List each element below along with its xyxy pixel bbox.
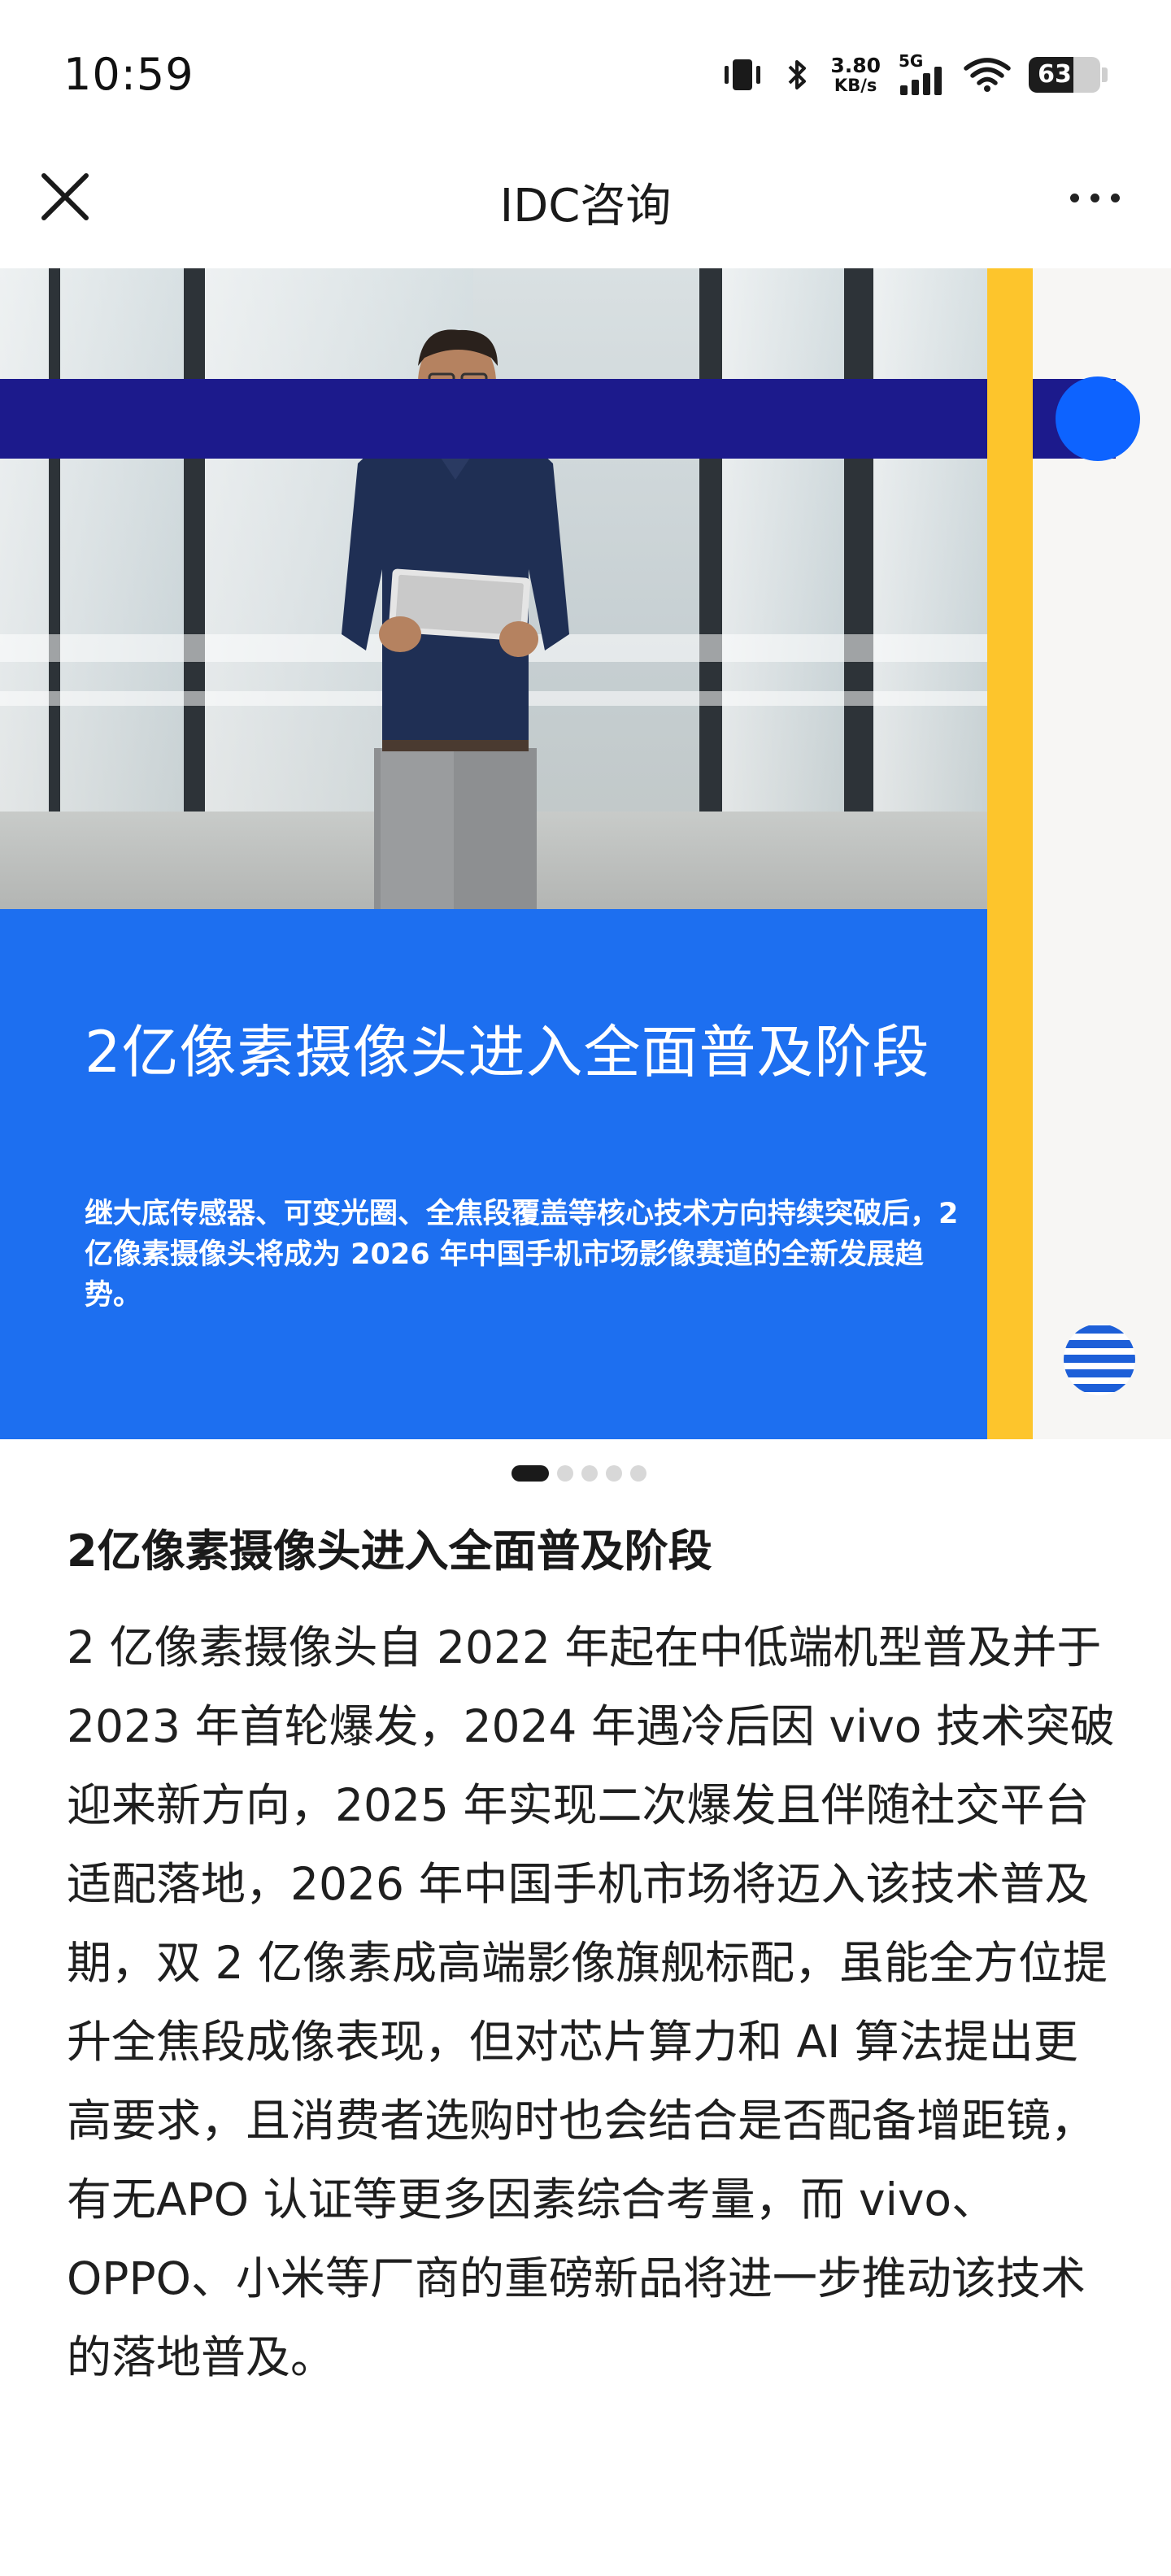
more-button[interactable] bbox=[1060, 169, 1129, 226]
article-title: 2亿像素摄像头进入全面普及阶段 bbox=[67, 1525, 712, 1577]
banner-photo bbox=[0, 268, 987, 909]
idc-logo-icon bbox=[1064, 1324, 1135, 1395]
banner-carousel[interactable]: 2亿像素摄像头进入全面普及阶段 继大底传感器、可变光圈、全焦段覆盖等核心技术方向… bbox=[0, 268, 1171, 1439]
battery-level: 63 bbox=[1038, 60, 1072, 89]
more-icon-dot bbox=[1110, 193, 1120, 202]
status-bar: 10:59 3.80 KB/s 5G 63 bbox=[0, 0, 1171, 138]
battery-cap bbox=[1102, 67, 1108, 82]
vibrate-icon bbox=[725, 59, 761, 90]
wifi-icon bbox=[964, 58, 1011, 92]
more-icon-dot bbox=[1069, 193, 1079, 202]
banner-navy-band bbox=[0, 379, 1116, 459]
banner-description: 继大底传感器、可变光圈、全焦段覆盖等核心技术方向持续突破后，2 亿像素摄像头将成… bbox=[85, 1198, 959, 1312]
carousel-indicator bbox=[0, 1465, 1171, 1482]
title-bar: IDC咨询 bbox=[0, 138, 1171, 268]
network-speed-value: 3.80 bbox=[830, 54, 881, 77]
carousel-dot[interactable] bbox=[606, 1465, 622, 1482]
carousel-dot[interactable] bbox=[581, 1465, 598, 1482]
battery-icon: 63 bbox=[1029, 57, 1100, 93]
network-speed: 3.80 KB/s bbox=[830, 55, 881, 94]
article-body: 2 亿像素摄像头自 2022 年起在中低端机型普及并于 2023 年首轮爆发，2… bbox=[67, 1621, 1115, 2383]
article: 2亿像素摄像头进入全面普及阶段 2 亿像素摄像头自 2022 年起在中低端机型普… bbox=[67, 1519, 1116, 2397]
carousel-dot[interactable] bbox=[511, 1465, 549, 1482]
bluetooth-icon bbox=[788, 60, 807, 89]
status-icons: 3.80 KB/s 5G 63 bbox=[720, 50, 1108, 99]
banner-yellow-bar bbox=[987, 268, 1033, 1439]
status-time: 10:59 bbox=[63, 49, 194, 100]
banner-text-panel: 2亿像素摄像头进入全面普及阶段 继大底传感器、可变光圈、全焦段覆盖等核心技术方向… bbox=[0, 909, 987, 1439]
banner-blue-dot bbox=[1056, 376, 1140, 461]
cell-signal-icon: 5G bbox=[899, 51, 946, 95]
carousel-dot[interactable] bbox=[557, 1465, 573, 1482]
page-title: IDC咨询 bbox=[499, 180, 672, 233]
banner-heading: 2亿像素摄像头进入全面普及阶段 bbox=[85, 1019, 930, 1086]
carousel-dot[interactable] bbox=[630, 1465, 646, 1482]
network-speed-unit: KB/s bbox=[834, 76, 877, 95]
more-icon-dot bbox=[1090, 193, 1099, 202]
